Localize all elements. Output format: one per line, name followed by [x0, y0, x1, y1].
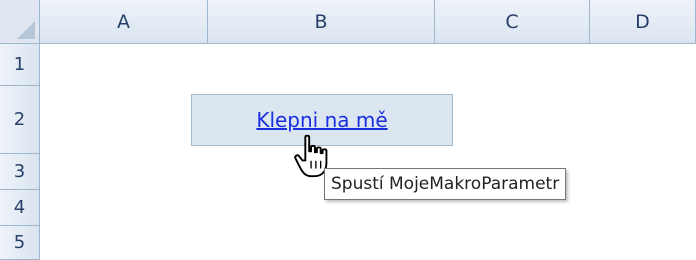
column-header-row: A B C D	[0, 0, 696, 44]
column-header-c[interactable]: C	[435, 0, 590, 44]
row-header-3[interactable]: 3	[0, 154, 40, 190]
spreadsheet-grid: A B C D 1 2 3 4 5 Klepni na mě Spustí Mo…	[0, 0, 696, 260]
row-header-5[interactable]: 5	[0, 226, 40, 260]
macro-button-link[interactable]: Klepni na mě	[256, 108, 387, 132]
row-header-1[interactable]: 1	[0, 44, 40, 86]
row-header-4[interactable]: 4	[0, 190, 40, 226]
select-all-corner[interactable]	[0, 0, 40, 44]
column-header-d[interactable]: D	[590, 0, 696, 44]
row-header-2[interactable]: 2	[0, 86, 40, 154]
macro-tooltip: Spustí MojeMakroParametr	[324, 168, 567, 200]
column-header-b[interactable]: B	[208, 0, 435, 44]
column-header-a[interactable]: A	[40, 0, 208, 44]
select-all-triangle-icon	[17, 21, 35, 39]
